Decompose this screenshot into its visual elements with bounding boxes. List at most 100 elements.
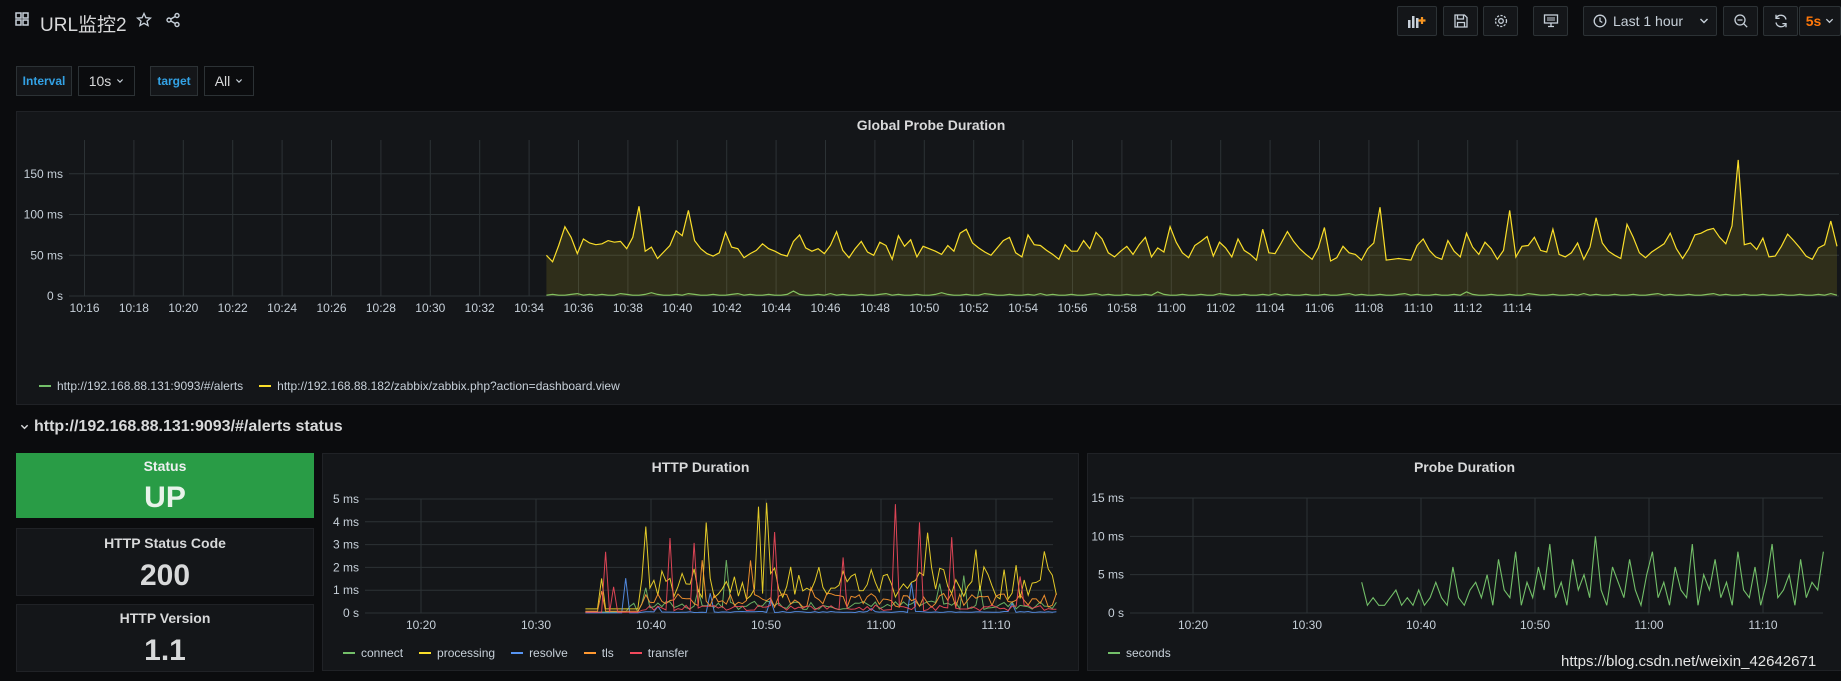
legend-item[interactable]: transfer bbox=[629, 646, 688, 660]
series-line-seconds bbox=[1361, 536, 1824, 608]
x-tick-label: 10:30 bbox=[521, 618, 551, 632]
y-tick-label: 5 ms bbox=[1098, 568, 1124, 582]
stat-panel-status[interactable]: Status UP bbox=[16, 453, 314, 518]
y-tick-label: 10 ms bbox=[1091, 529, 1124, 543]
refresh-interval-picker[interactable]: 5s bbox=[1799, 6, 1841, 36]
stat-value: 200 bbox=[139, 559, 191, 592]
variable-label-target: target bbox=[150, 66, 198, 96]
x-tick-label: 10:50 bbox=[751, 618, 781, 632]
x-tick-label: 10:42 bbox=[712, 301, 742, 315]
share-icon[interactable] bbox=[165, 12, 181, 33]
refresh-icon bbox=[1774, 14, 1787, 28]
stat-panel-http-status-code[interactable]: HTTP Status Code 200 bbox=[16, 528, 314, 596]
legend-item[interactable]: resolve bbox=[511, 646, 568, 660]
variable-select-target[interactable]: All bbox=[204, 66, 254, 96]
x-tick-label: 11:00 bbox=[1634, 618, 1663, 632]
x-tick-label: 10:50 bbox=[909, 301, 939, 315]
top-bar: URL监控2 Last 1 hour 5s bbox=[0, 0, 1841, 44]
add-panel-icon bbox=[1408, 16, 1426, 28]
panel-global-probe-duration[interactable]: Global Probe Duration 200 ms150 ms100 ms… bbox=[16, 111, 1841, 405]
gear-icon bbox=[1494, 14, 1507, 28]
y-tick-label: 100 ms bbox=[24, 208, 63, 222]
chevron-down-icon bbox=[20, 424, 29, 430]
probe-duration-chart[interactable]: 15 ms 10 ms 5 ms 0 s 10:20 10:30 10:40 10:50 11:… bbox=[1088, 482, 1841, 662]
x-tick-label: 10:36 bbox=[563, 301, 593, 315]
stat-value: 1.1 bbox=[144, 634, 186, 667]
stat-value: UP bbox=[144, 481, 186, 514]
y-tick-label: 3 ms bbox=[333, 538, 359, 552]
save-dashboard-button[interactable] bbox=[1443, 6, 1478, 36]
time-range-label: Last 1 hour bbox=[1613, 13, 1684, 29]
y-tick-label: 2 ms bbox=[333, 560, 359, 574]
variable-label-interval: Interval bbox=[16, 66, 72, 96]
y-tick-label: 50 ms bbox=[30, 248, 63, 262]
legend-item[interactable]: seconds bbox=[1108, 646, 1171, 660]
legend-label: processing bbox=[437, 646, 496, 660]
row-title: http://192.168.88.131:9093/#/alerts stat… bbox=[34, 418, 343, 435]
add-panel-button[interactable] bbox=[1397, 6, 1437, 36]
panel-http-duration[interactable]: HTTP Duration 5 ms 4 ms 3 ms 2 ms 1 ms 0 s 10:… bbox=[322, 453, 1079, 671]
http-duration-chart[interactable]: 5 ms 4 ms 3 ms 2 ms 1 ms 0 s 10:20 10:30 10:40 10… bbox=[323, 482, 1080, 662]
series-line-zabbix bbox=[545, 159, 1838, 263]
stat-title: Status bbox=[143, 458, 187, 474]
panel-title: Probe Duration bbox=[1413, 459, 1516, 475]
zoom-out-icon bbox=[1733, 14, 1748, 28]
legend-item[interactable]: connect bbox=[343, 646, 403, 660]
time-picker-button[interactable]: Last 1 hour bbox=[1583, 6, 1717, 36]
panel-title: Global Probe Duration bbox=[856, 117, 1006, 133]
dashboards-grid-icon[interactable] bbox=[15, 12, 29, 31]
x-tick-label: 11:14 bbox=[1503, 301, 1532, 315]
panel-probe-duration[interactable]: Probe Duration 15 ms 10 ms 5 ms 0 s 10:20 10:… bbox=[1087, 453, 1841, 671]
stat-panel-http-version[interactable]: HTTP Version 1.1 bbox=[16, 604, 314, 672]
star-icon[interactable] bbox=[135, 11, 153, 33]
series-area-zabbix bbox=[546, 159, 1837, 296]
legend-item[interactable]: tls bbox=[583, 646, 614, 660]
legend-label: seconds bbox=[1126, 646, 1171, 660]
refresh-button[interactable] bbox=[1763, 6, 1798, 36]
legend-label: resolve bbox=[529, 646, 568, 660]
row-header[interactable]: http://192.168.88.131:9093/#/alerts stat… bbox=[20, 418, 343, 436]
variable-select-interval[interactable]: 10s bbox=[78, 66, 135, 96]
chart-legend: connect processing resolve tls transfer bbox=[343, 646, 688, 660]
y-tick-label: 0 s bbox=[1108, 606, 1124, 620]
y-tick-label: 150 ms bbox=[24, 167, 63, 181]
save-icon bbox=[1453, 14, 1468, 28]
x-tick-label: 10:58 bbox=[1107, 301, 1137, 315]
x-tick-label: 10:20 bbox=[168, 301, 198, 315]
x-tick-label: 11:06 bbox=[1305, 301, 1334, 315]
variable-value-interval: 10s bbox=[88, 73, 112, 89]
x-tick-label: 11:02 bbox=[1206, 301, 1235, 315]
x-tick-label: 10:34 bbox=[514, 301, 544, 315]
x-tick-label: 10:32 bbox=[465, 301, 495, 315]
dashboard-settings-button[interactable] bbox=[1483, 6, 1518, 36]
zoom-out-button[interactable] bbox=[1723, 6, 1758, 36]
legend-item[interactable]: http://192.168.88.182/zabbix/zabbix.php?… bbox=[259, 379, 620, 393]
x-tick-label: 10:52 bbox=[959, 301, 989, 315]
x-tick-label: 10:54 bbox=[1008, 301, 1038, 315]
series-line-transfer bbox=[585, 504, 1057, 613]
legend-item[interactable]: http://192.168.88.131:9093/#/alerts bbox=[39, 379, 243, 393]
global-probe-duration-chart[interactable]: 200 ms150 ms100 ms50 ms0 s10:1610:1810:2… bbox=[17, 140, 1841, 395]
x-tick-label: 10:40 bbox=[1406, 618, 1436, 632]
cycle-view-mode-button[interactable] bbox=[1533, 6, 1568, 36]
x-tick-label: 10:46 bbox=[810, 301, 840, 315]
x-tick-label: 11:10 bbox=[981, 618, 1010, 632]
dashboard-title[interactable]: URL监控2 bbox=[40, 10, 127, 37]
x-tick-label: 10:22 bbox=[218, 301, 248, 315]
chevron-down-icon bbox=[236, 79, 243, 83]
monitor-icon bbox=[1543, 14, 1558, 28]
x-tick-label: 11:00 bbox=[1157, 301, 1186, 315]
x-tick-label: 11:00 bbox=[866, 618, 895, 632]
x-tick-label: 10:40 bbox=[636, 618, 666, 632]
panel-title: HTTP Duration bbox=[651, 459, 750, 475]
y-tick-label: 15 ms bbox=[1091, 491, 1124, 505]
chevron-down-icon bbox=[1700, 18, 1709, 24]
legend-item[interactable]: processing bbox=[419, 646, 495, 660]
x-tick-label: 10:16 bbox=[69, 301, 99, 315]
x-tick-label: 11:04 bbox=[1256, 301, 1285, 315]
series-line-processing bbox=[585, 502, 1057, 610]
x-tick-label: 10:30 bbox=[415, 301, 445, 315]
clock-icon bbox=[1593, 14, 1607, 28]
legend-label: http://192.168.88.131:9093/#/alerts bbox=[57, 379, 244, 393]
x-tick-label: 11:10 bbox=[1404, 301, 1433, 315]
